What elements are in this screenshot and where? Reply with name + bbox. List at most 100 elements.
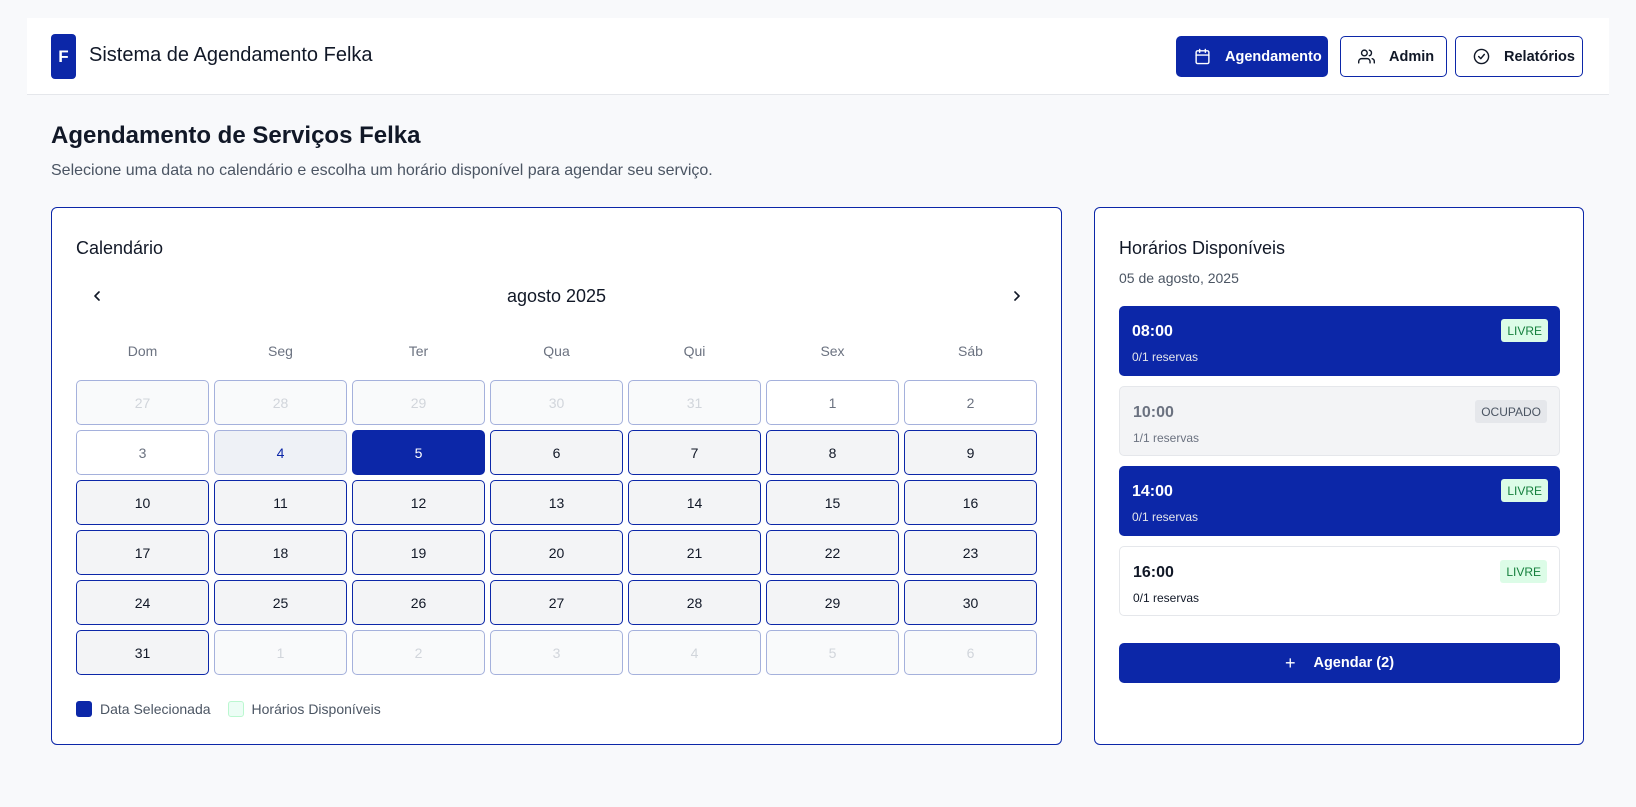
app-logo: F [51,34,76,79]
legend-selected-swatch [76,701,92,717]
slot-time: 14:00 [1132,483,1173,500]
calendar-title: Calendário [76,238,164,258]
slot-time: 16:00 [1133,564,1174,581]
book-button[interactable]: + Agendar (2) [1119,643,1560,683]
calendar-day[interactable]: 6 [490,430,623,475]
calendar-day[interactable]: 3 [76,430,209,475]
page-title: Agendamento de Serviços Felka [51,122,421,149]
calendar-day[interactable]: 19 [352,530,485,575]
nav-admin-label: Admin [1389,48,1435,65]
slot-reservations: 0/1 reservas [1133,591,1200,605]
slot-status-badge: LIVRE [1501,479,1548,502]
slot-reservations: 0/1 reservas [1132,350,1199,364]
calendar-day[interactable]: 24 [76,580,209,625]
slot-time: 10:00 [1133,404,1174,421]
plus-icon: + [1284,652,1296,673]
calendar-day[interactable]: 22 [766,530,899,575]
calendar-day[interactable]: 23 [904,530,1037,575]
calendar-day[interactable]: 16 [904,480,1037,525]
users-icon [1357,48,1375,66]
calendar-day[interactable]: 3 [490,630,623,675]
calendar-day[interactable]: 6 [904,630,1037,675]
calendar-day[interactable]: 5 [766,630,899,675]
calendar-day[interactable]: 2 [352,630,485,675]
calendar-day[interactable]: 14 [628,480,761,525]
page-subtitle: Selecione uma data no calendário e escol… [51,162,713,179]
calendar-day[interactable]: 18 [214,530,347,575]
nav-agendamento-label: Agendamento [1225,48,1322,65]
calendar-day[interactable]: 4 [214,430,347,475]
nav-relatorios-label: Relatórios [1504,48,1575,65]
calendar-day-selected[interactable]: 5 [352,430,485,475]
book-button-label: Agendar (2) [1313,655,1395,671]
slot-reservations: 1/1 reservas [1133,431,1200,445]
calendar-legend: Data Selecionada Horários Disponíveis [76,701,398,717]
calendar-day[interactable]: 2 [904,380,1037,425]
time-slot[interactable]: 08:00 0/1 reservas LIVRE [1119,306,1560,376]
calendar-day[interactable]: 17 [76,530,209,575]
weekday-label: Sáb [958,343,983,359]
legend-available-swatch [227,701,244,717]
nav-relatorios-button[interactable]: Relatórios [1455,36,1583,77]
weekday-header: Dom Seg Ter Qua Qui Sex Sáb [76,343,1037,359]
calendar-day[interactable]: 20 [490,530,623,575]
calendar-day[interactable]: 7 [628,430,761,475]
weekday-label: Sex [820,343,845,359]
slot-status-badge: OCUPADO [1475,400,1547,423]
time-slot[interactable]: 14:00 0/1 reservas LIVRE [1119,466,1560,536]
weekday-label: Seg [268,343,293,359]
calendar-day[interactable]: 9 [904,430,1037,475]
slot-time: 08:00 [1132,323,1173,340]
time-slot: 10:00 1/1 reservas OCUPADO [1119,386,1560,456]
app-title: Sistema de Agendamento Felka [89,44,373,66]
weekday-label: Qui [683,343,706,359]
legend-selected: Data Selecionada [76,701,211,717]
calendar-day[interactable]: 1 [214,630,347,675]
calendar-day[interactable]: 30 [490,380,623,425]
calendar-day[interactable]: 27 [76,380,209,425]
nav-admin-button[interactable]: Admin [1340,36,1447,77]
calendar-icon [1193,48,1211,66]
chevron-left-icon [94,291,100,301]
slots-card: Horários Disponíveis 05 de agosto, 2025 … [1094,207,1584,745]
legend-available: Horários Disponíveis [227,701,381,717]
check-circle-icon [1472,48,1490,66]
time-slot[interactable]: 16:00 0/1 reservas LIVRE [1119,546,1560,616]
prev-month-button[interactable] [82,281,112,311]
calendar-day[interactable]: 11 [214,480,347,525]
slots-date: 05 de agosto, 2025 [1119,270,1239,286]
calendar-grid: 27 28 29 30 31 1 2 3 4 5 6 7 8 9 10 11 12 13 14 15 16 17 18 19 2… [76,380,1037,675]
calendar-day[interactable]: 31 [628,380,761,425]
calendar-day[interactable]: 30 [904,580,1037,625]
legend-available-label: Horários Disponíveis [251,701,381,717]
weekday-label: Qua [543,343,570,359]
weekday-label: Ter [408,343,429,359]
nav-agendamento-button[interactable]: Agendamento [1176,36,1328,77]
calendar-day[interactable]: 31 [76,630,209,675]
calendar-day[interactable]: 1 [766,380,899,425]
calendar-day[interactable]: 28 [214,380,347,425]
month-label: agosto 2025 [506,286,607,306]
slot-reservations: 0/1 reservas [1132,510,1199,524]
next-month-button[interactable] [1002,281,1032,311]
calendar-day[interactable]: 26 [352,580,485,625]
chevron-right-icon [1014,291,1020,301]
calendar-day[interactable]: 25 [214,580,347,625]
calendar-day[interactable]: 21 [628,530,761,575]
legend-selected-label: Data Selecionada [100,701,211,717]
calendar-day[interactable]: 10 [76,480,209,525]
slots-title: Horários Disponíveis [1119,238,1286,258]
calendar-day[interactable]: 13 [490,480,623,525]
calendar-day[interactable]: 28 [628,580,761,625]
slot-status-badge: LIVRE [1500,560,1547,583]
calendar-day[interactable]: 12 [352,480,485,525]
app-header: F Sistema de Agendamento Felka Agendamen… [27,18,1609,95]
calendar-day[interactable]: 4 [628,630,761,675]
calendar-day[interactable]: 29 [352,380,485,425]
calendar-day[interactable]: 27 [490,580,623,625]
calendar-card: Calendário agosto 2025 Dom Seg Ter Qua Qui Se… [51,207,1062,745]
calendar-day[interactable]: 29 [766,580,899,625]
slot-status-badge: LIVRE [1501,319,1548,342]
calendar-day[interactable]: 8 [766,430,899,475]
calendar-day[interactable]: 15 [766,480,899,525]
